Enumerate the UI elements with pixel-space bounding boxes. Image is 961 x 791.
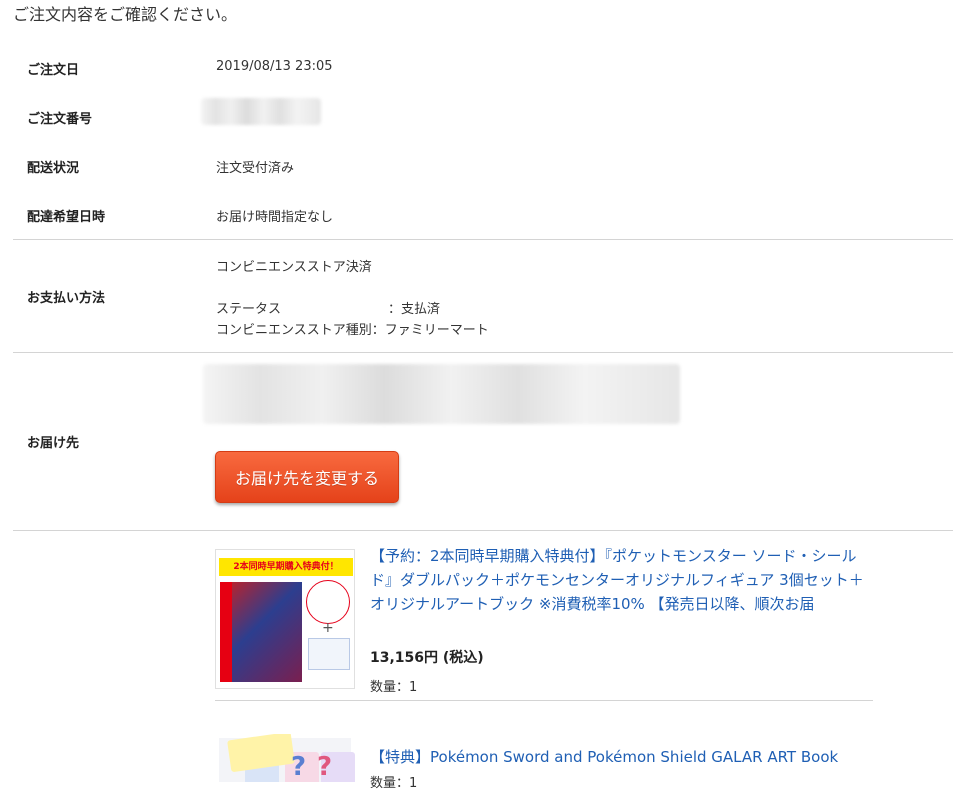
payment-status-key: ステータス: [216, 302, 282, 317]
divider: [13, 239, 953, 240]
art-book-image: [308, 638, 350, 670]
game-box-spine: [220, 582, 232, 682]
intro-text: ご注文内容をご確認ください。: [13, 5, 238, 24]
product-thumbnail[interactable]: ? ?: [215, 734, 355, 782]
divider: [13, 352, 953, 353]
question-mark-icon: ?: [317, 752, 333, 782]
payment-method: コンビニエンスストア決済: [216, 260, 372, 275]
product-title-link[interactable]: 【予約：2本同時早期購入特典付】『ポケットモンスター ソード・シールド』ダブルパ…: [370, 544, 870, 616]
order-number-redacted: [201, 98, 321, 125]
shipping-address-label: お届け先: [27, 436, 80, 451]
payment-status-value: ：支払済: [388, 302, 441, 317]
payment-store-value: ：ファミリーマート: [371, 323, 489, 338]
game-box-art: [220, 582, 302, 682]
payment-store-key: コンビニエンスストア種別: [216, 323, 372, 338]
shipping-status-value: 注文受付済み: [216, 161, 295, 176]
figure-badge: [306, 580, 350, 624]
product-title-link[interactable]: 【特典】Pokémon Sword and Pokémon Shield GAL…: [370, 745, 870, 769]
product-thumbnail[interactable]: 2本同時早期購入特典付！ +: [215, 549, 355, 689]
change-address-button[interactable]: お届け先を変更する: [215, 451, 399, 503]
payment-status-line: ステータス ：支払済: [216, 298, 440, 317]
plus-icon: +: [322, 620, 334, 636]
order-number-label: ご注文番号: [27, 112, 93, 127]
delivery-time-value: お届け時間指定なし: [216, 210, 334, 225]
payment-store-line: コンビニエンスストア種別：ファミリーマート: [216, 319, 489, 338]
item-divider: [215, 700, 873, 701]
shipping-address-redacted: [203, 364, 680, 424]
shipping-status-label: 配送状況: [27, 161, 80, 176]
product-price: 13,156円 (税込): [370, 650, 484, 666]
divider: [13, 530, 953, 531]
delivery-time-label: 配達希望日時: [27, 210, 106, 225]
order-date-label: ご注文日: [27, 63, 80, 78]
product-quantity: 数量：1: [370, 680, 418, 695]
payment-label: お支払い方法: [27, 291, 106, 306]
thumbnail-banner: 2本同時早期購入特典付！: [219, 558, 353, 576]
order-date-value: 2019/08/13 23:05: [216, 59, 333, 74]
question-mark-icon: ?: [291, 752, 307, 782]
